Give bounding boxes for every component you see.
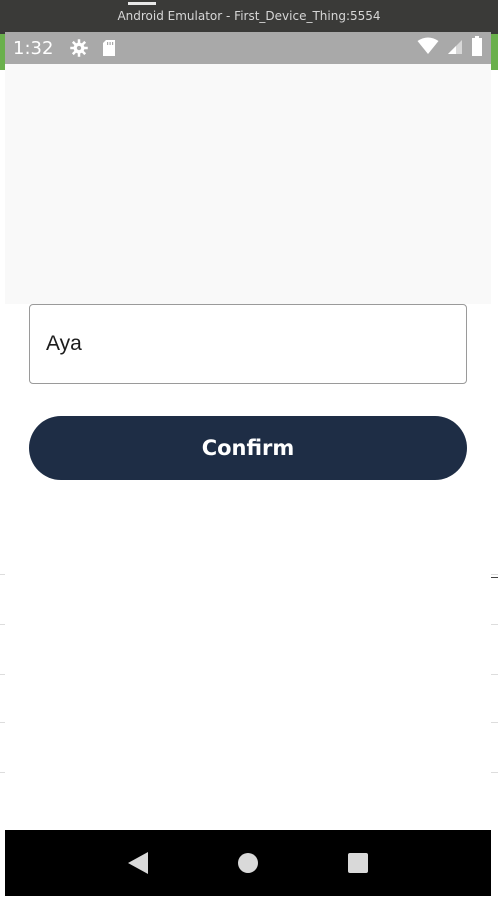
sd-card-icon: [101, 39, 117, 57]
home-icon[interactable]: [218, 833, 278, 893]
status-bar: 1:32: [5, 32, 491, 64]
cellular-signal-icon: [447, 37, 463, 60]
wifi-icon: [417, 37, 439, 60]
status-right-icons: [417, 35, 483, 61]
emulator-window-title: Android Emulator - First_Device_Thing:55…: [117, 8, 381, 23]
name-input[interactable]: [29, 304, 467, 384]
content-header-area: [5, 64, 491, 304]
recents-icon[interactable]: [328, 833, 388, 893]
battery-icon: [471, 35, 483, 61]
status-time: 1:32: [13, 37, 54, 59]
host-accent-bar-right: [490, 34, 498, 70]
back-icon[interactable]: [108, 833, 168, 893]
emulator-device-screen: 1:32 Aya Confirm: [5, 32, 491, 896]
confirm-button[interactable]: Confirm: [29, 416, 467, 480]
emulator-window-titlebar[interactable]: Android Emulator - First_Device_Thing:55…: [0, 0, 498, 34]
confirm-button-label: Confirm: [201, 436, 295, 460]
settings-gear-icon: [69, 38, 89, 58]
titlebar-accent: [128, 2, 156, 5]
host-right-frame: [490, 70, 498, 578]
navigation-bar: [5, 830, 491, 896]
